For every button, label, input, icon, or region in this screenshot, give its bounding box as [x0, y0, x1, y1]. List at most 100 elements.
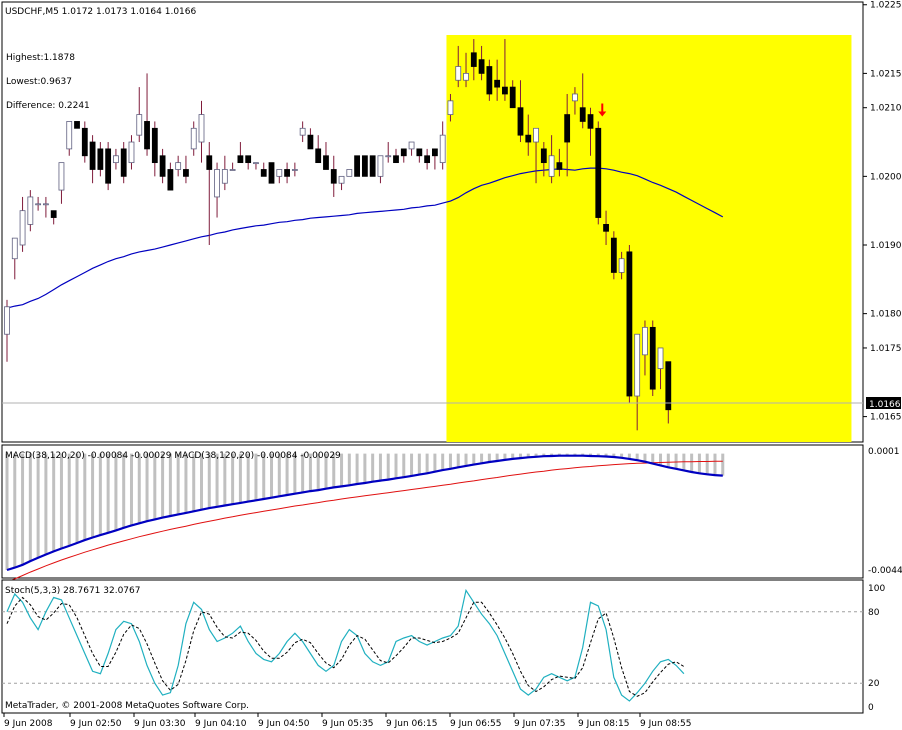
price-tick-label: 1.0215 — [870, 69, 902, 79]
highlight-zone — [446, 35, 852, 442]
candle-body — [89, 141, 96, 170]
candle-body — [105, 148, 112, 184]
lowest-label: Lowest:0.9637 — [6, 77, 72, 87]
candle-body — [229, 169, 236, 171]
symbol-header: USDCHF,M5 1.0172 1.0173 1.0164 1.0166 — [5, 7, 196, 17]
candle-body — [502, 86, 508, 95]
time-tick-label: 9 Jun 08:15 — [578, 719, 629, 729]
candle-body — [113, 155, 119, 164]
time-tick-label: 9 Jun 05:35 — [322, 719, 373, 729]
stoch-header: Stoch(5,3,3) 28.7671 32.0767 — [5, 586, 140, 596]
time-tick-label: 9 Jun 2008 — [4, 719, 53, 729]
time-tick-label: 9 Jun 03:30 — [134, 719, 186, 729]
candle-body — [4, 306, 10, 335]
candle-body — [455, 66, 462, 81]
candle-body — [587, 114, 594, 129]
candle-body — [74, 121, 80, 129]
difference-label: Difference: 0.2241 — [6, 101, 90, 111]
candle-body — [81, 127, 88, 157]
macd-tick-label: -0.00444 — [868, 566, 902, 576]
candle-body — [260, 169, 267, 177]
candle-body — [400, 148, 407, 157]
candle-body — [540, 148, 547, 164]
candle-body — [167, 169, 174, 191]
candle-body — [642, 326, 648, 356]
candle-body — [175, 162, 182, 170]
price-tick-label: 1.0200 — [870, 172, 902, 182]
price-tick-label: 1.0175 — [870, 344, 902, 354]
candle-body — [183, 169, 189, 177]
candle-body — [268, 162, 275, 184]
time-tick-label: 9 Jun 06:55 — [450, 719, 501, 729]
candle-body — [346, 169, 353, 177]
candle-body — [424, 155, 431, 164]
candle-body — [408, 141, 415, 150]
price-tick-label: 1.0165 — [870, 413, 902, 423]
candle-body — [463, 72, 469, 81]
candle-body — [276, 169, 283, 177]
candle-body — [517, 107, 524, 136]
candle-body — [50, 210, 57, 218]
candle-body — [369, 155, 376, 177]
candle-body — [151, 127, 158, 164]
time-tick-label: 9 Jun 08:55 — [640, 719, 691, 729]
candle-body — [221, 169, 228, 184]
candle-body — [486, 66, 493, 95]
time-tick-label: 9 Jun 06:15 — [386, 719, 437, 729]
stoch-tick-label: 100 — [868, 584, 885, 594]
candle-body — [253, 162, 259, 165]
candle-body — [237, 155, 244, 164]
candle-body — [533, 127, 539, 143]
candle-body — [470, 52, 477, 67]
candle-body — [657, 347, 664, 369]
candle-body — [245, 155, 252, 164]
candle-body — [556, 162, 563, 170]
candle-body — [634, 333, 641, 397]
candle-body — [393, 155, 399, 164]
candle-body — [494, 79, 501, 88]
stoch-tick-label: 80 — [868, 608, 880, 618]
stoch-tick-label: 0 — [868, 703, 874, 713]
candle-body — [159, 155, 166, 177]
candle-body — [120, 148, 127, 177]
candle-body — [66, 121, 73, 150]
stoch-tick-label: 20 — [868, 679, 880, 689]
candle-body — [509, 86, 516, 109]
price-tick-label: 1.0225 — [870, 1, 902, 11]
candle-body — [416, 148, 423, 157]
price-tick-label: 1.0180 — [870, 310, 902, 320]
candle-body — [338, 175, 345, 184]
candle-body — [206, 155, 213, 170]
candle-body — [361, 155, 368, 177]
candle-body — [579, 107, 586, 122]
time-tick-label: 9 Jun 02:50 — [70, 719, 122, 729]
candle-body — [649, 326, 656, 390]
price-tick-label: 1.0210 — [870, 104, 902, 114]
candle-body — [128, 141, 135, 164]
price-tick-label: 1.0190 — [870, 241, 902, 251]
time-tick-label: 9 Jun 07:35 — [514, 719, 565, 729]
candle-body — [323, 155, 329, 170]
candle-body — [564, 114, 571, 143]
candle-body — [27, 196, 34, 225]
candle-body — [478, 59, 485, 74]
candle-body — [136, 114, 143, 136]
candle-body — [618, 258, 625, 273]
candle-body — [19, 210, 26, 246]
current-price-tag-text: 1.0166 — [869, 400, 901, 410]
candle-body — [214, 169, 220, 198]
time-tick-label: 9 Jun 04:10 — [195, 719, 247, 729]
candle-body — [626, 251, 633, 397]
candle-body — [284, 169, 290, 177]
candle-body — [299, 127, 306, 136]
candle-body — [307, 134, 314, 150]
candle-body — [447, 100, 454, 115]
candle-body — [330, 169, 337, 184]
candle-body — [144, 121, 150, 150]
candle-body — [431, 148, 438, 157]
candle-body — [190, 127, 197, 150]
candle-body — [439, 134, 446, 164]
macd-header: MACD(38,120,20) -0.00084 -0.00029 MACD(3… — [5, 451, 341, 461]
candle-body — [315, 148, 322, 164]
candle-body — [603, 224, 609, 232]
